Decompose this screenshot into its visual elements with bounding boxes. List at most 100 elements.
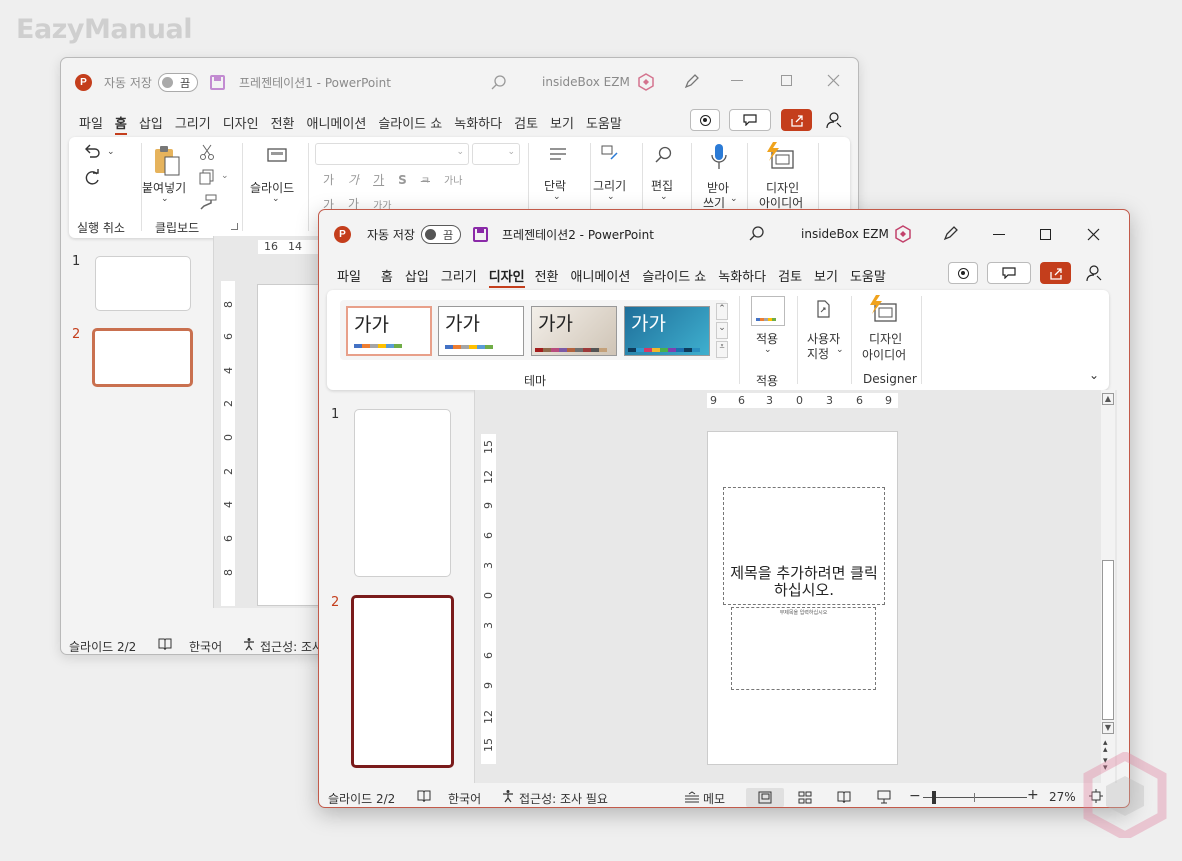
- search-icon[interactable]: [491, 75, 507, 91]
- maximize-icon[interactable]: [781, 75, 792, 86]
- user-name[interactable]: insideBox EZM: [801, 227, 889, 241]
- tab-design[interactable]: 디자인: [223, 113, 259, 135]
- spellcheck-icon[interactable]: [158, 638, 172, 651]
- save-icon[interactable]: [209, 75, 225, 90]
- tab-insert[interactable]: 삽입: [139, 113, 163, 135]
- theme-ion[interactable]: 가가: [624, 306, 710, 356]
- scrollbar-thumb[interactable]: [1102, 560, 1114, 720]
- slide-canvas[interactable]: 제목을 추가하려면 클릭하십시오. 부제목을 입력하십시오: [707, 431, 898, 765]
- drawing-icon[interactable]: [601, 145, 621, 163]
- tab-transitions[interactable]: 전환: [535, 266, 559, 288]
- gallery-up-icon[interactable]: ⌃: [716, 303, 728, 320]
- status-language[interactable]: 한국어: [448, 790, 481, 807]
- copy-icon[interactable]: [199, 169, 215, 185]
- user-name[interactable]: insideBox EZM: [542, 75, 630, 89]
- tab-home[interactable]: 홈: [381, 266, 393, 288]
- autosave-toggle[interactable]: 끔: [420, 225, 461, 244]
- tab-help[interactable]: 도움말: [850, 266, 886, 288]
- tab-view[interactable]: 보기: [550, 113, 574, 135]
- designer-icon[interactable]: [868, 295, 898, 323]
- format-painter-icon[interactable]: [199, 194, 217, 210]
- slide-thumbnail-selected[interactable]: [92, 328, 193, 387]
- record-button[interactable]: [948, 262, 978, 284]
- variant-thumbnail[interactable]: [751, 296, 785, 326]
- designer-icon[interactable]: [765, 142, 795, 170]
- tab-help[interactable]: 도움말: [586, 113, 622, 135]
- vertical-scrollbar[interactable]: ▲ ▼ ▴ ▴ ▾ ▾: [1101, 390, 1115, 783]
- drawing-dropdown-icon[interactable]: ⌄: [607, 192, 615, 202]
- comments-button[interactable]: [987, 262, 1031, 284]
- coauthor-icon[interactable]: [1086, 264, 1104, 282]
- designer-button[interactable]: 디자인: [869, 330, 902, 347]
- char-spacing-button[interactable]: 가나: [444, 172, 462, 187]
- copilot-icon[interactable]: [636, 72, 656, 92]
- accessibility-icon[interactable]: [501, 789, 515, 803]
- scroll-down-icon[interactable]: ▼: [1102, 722, 1114, 734]
- zoom-level[interactable]: 27%: [1049, 790, 1076, 804]
- paragraph-dropdown-icon[interactable]: ⌄: [553, 192, 561, 202]
- pen-icon[interactable]: [683, 72, 701, 90]
- zoom-out-button[interactable]: −: [909, 788, 921, 804]
- status-accessibility[interactable]: 접근성: 조사: [260, 638, 323, 654]
- paste-dropdown-icon[interactable]: ⌄: [161, 194, 169, 204]
- powerpoint-window-2[interactable]: P 자동 저장 끔 프레젠테이션2 - PowerPoint insideBox…: [318, 209, 1130, 808]
- find-icon[interactable]: [655, 146, 673, 164]
- tab-slideshow[interactable]: 슬라이드 쇼: [642, 266, 706, 288]
- tab-draw[interactable]: 그리기: [441, 266, 477, 288]
- clipboard-launcher-icon[interactable]: [231, 223, 238, 230]
- save-icon[interactable]: [472, 227, 488, 242]
- record-button[interactable]: [690, 109, 720, 131]
- paragraph-icon[interactable]: [549, 147, 567, 161]
- tab-slideshow[interactable]: 슬라이드 쇼: [378, 113, 442, 135]
- minimize-icon[interactable]: [993, 234, 1005, 235]
- bold-button[interactable]: 가: [323, 171, 334, 188]
- slide-size-icon[interactable]: [815, 300, 831, 318]
- close-icon[interactable]: [827, 74, 840, 87]
- new-slide-icon[interactable]: [267, 147, 287, 163]
- reading-view-icon[interactable]: [837, 791, 851, 804]
- spellcheck-icon[interactable]: [417, 790, 431, 803]
- microphone-icon[interactable]: [710, 143, 728, 173]
- tab-transitions[interactable]: 전환: [271, 113, 295, 135]
- gallery-more-icon[interactable]: ⩡: [716, 341, 728, 358]
- normal-view-button[interactable]: [746, 788, 784, 807]
- italic-button[interactable]: 가: [348, 171, 359, 188]
- search-icon[interactable]: [749, 226, 765, 242]
- maximize-icon[interactable]: [1040, 229, 1051, 240]
- slideshow-icon[interactable]: [877, 790, 891, 804]
- cut-icon[interactable]: [200, 144, 214, 160]
- font-name-select[interactable]: ⌄: [315, 143, 469, 165]
- editing-dropdown-icon[interactable]: ⌄: [660, 192, 668, 202]
- slide-thumbnail[interactable]: [354, 409, 451, 577]
- slide-editor-area[interactable]: 9 6 3 0 3 6 9 15 12 9 6 3 0 3 6 9 12 15 …: [474, 390, 1117, 783]
- paste-icon[interactable]: [153, 145, 181, 177]
- dictate-dropdown-icon[interactable]: ⌄: [730, 194, 738, 204]
- scroll-up-icon[interactable]: ▲: [1102, 393, 1114, 405]
- tab-file[interactable]: 파일: [337, 266, 361, 288]
- font-size-select[interactable]: ⌄: [472, 143, 520, 165]
- autosave-toggle[interactable]: 끔: [157, 73, 198, 92]
- theme-office[interactable]: 가가: [346, 306, 432, 356]
- comments-button[interactable]: [729, 109, 771, 131]
- subtitle-placeholder[interactable]: 부제목을 입력하십시오: [731, 607, 876, 690]
- theme-facet[interactable]: 가가: [531, 306, 617, 356]
- slide-thumbnail-selected[interactable]: [351, 595, 454, 768]
- theme-office-2[interactable]: 가가: [438, 306, 524, 356]
- minimize-icon[interactable]: [731, 80, 743, 81]
- tab-view[interactable]: 보기: [814, 266, 838, 288]
- tab-insert[interactable]: 삽입: [405, 266, 429, 288]
- title-placeholder[interactable]: 제목을 추가하려면 클릭하십시오.: [723, 487, 885, 605]
- pen-icon[interactable]: [942, 224, 960, 242]
- tab-record[interactable]: 녹화하다: [454, 113, 502, 135]
- share-button[interactable]: [1040, 262, 1071, 284]
- accessibility-icon[interactable]: [242, 637, 256, 651]
- tab-review[interactable]: 검토: [514, 113, 538, 135]
- zoom-in-button[interactable]: +: [1027, 787, 1039, 803]
- variant-dropdown-icon[interactable]: ⌄: [764, 345, 772, 355]
- coauthor-icon[interactable]: [826, 111, 844, 129]
- redo-icon[interactable]: [83, 169, 101, 187]
- new-slide-dropdown-icon[interactable]: ⌄: [272, 194, 280, 204]
- share-button[interactable]: [781, 109, 812, 131]
- shadow-button[interactable]: S: [398, 173, 407, 187]
- undo-icon[interactable]: [83, 143, 101, 159]
